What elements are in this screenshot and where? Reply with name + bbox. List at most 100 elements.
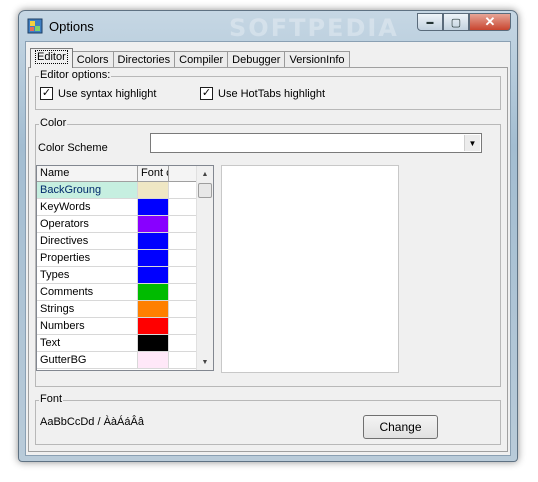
color-item-name: Operators bbox=[37, 216, 138, 232]
empty-cell bbox=[169, 284, 197, 300]
font-group-label: Font bbox=[39, 393, 64, 405]
editor-tab-page: Editor options: ✓ Use syntax highlight ✓… bbox=[28, 67, 508, 452]
empty-cell bbox=[169, 250, 197, 266]
color-item-name: Directives bbox=[37, 233, 138, 249]
minimize-button[interactable]: ▬ bbox=[417, 13, 443, 31]
window-title: Options bbox=[49, 19, 94, 34]
color-item-row[interactable]: KeyWords bbox=[37, 199, 213, 216]
tab-label: Editor bbox=[35, 50, 68, 64]
tab-label: Compiler bbox=[179, 54, 224, 66]
syntax-highlight-checkbox[interactable]: ✓ Use syntax highlight bbox=[40, 87, 156, 100]
scroll-up-button[interactable]: ▲ bbox=[197, 166, 213, 182]
color-item-name: Text bbox=[37, 335, 138, 351]
empty-cell bbox=[169, 267, 197, 283]
options-window: Options SOFTPEDIA ▬ ▢ ✕ Editor Colors Di… bbox=[18, 10, 518, 462]
empty-cell bbox=[169, 352, 197, 368]
chevron-down-icon: ▼ bbox=[468, 138, 477, 148]
empty-cell bbox=[169, 216, 197, 232]
tab-debugger[interactable]: Debugger bbox=[227, 51, 286, 68]
tab-label: Directories bbox=[117, 54, 171, 66]
color-swatch[interactable] bbox=[138, 335, 169, 351]
color-item-row[interactable]: Text bbox=[37, 335, 213, 352]
checkmark-icon: ✓ bbox=[41, 87, 52, 99]
tab-versioninfo[interactable]: VersionInfo bbox=[284, 51, 350, 68]
tab-label: VersionInfo bbox=[289, 54, 345, 66]
color-item-row[interactable]: Numbers bbox=[37, 318, 213, 335]
checkbox-box[interactable]: ✓ bbox=[40, 87, 53, 100]
empty-cell bbox=[169, 182, 197, 198]
hottabs-highlight-label: Use HotTabs highlight bbox=[218, 87, 326, 100]
color-item-row[interactable]: Strings bbox=[37, 301, 213, 318]
hottabs-highlight-checkbox[interactable]: ✓ Use HotTabs highlight bbox=[200, 87, 325, 100]
tab-compiler[interactable]: Compiler bbox=[174, 51, 229, 68]
empty-cell bbox=[169, 318, 197, 334]
color-swatch[interactable] bbox=[138, 182, 169, 198]
tab-colors[interactable]: Colors bbox=[71, 51, 114, 68]
color-item-row[interactable]: Properties bbox=[37, 250, 213, 267]
watermark: SOFTPEDIA bbox=[229, 14, 399, 42]
change-button-label: Change bbox=[379, 420, 422, 434]
grid-rows: BackGroung KeyWords Operators Directives Pro… bbox=[37, 182, 213, 369]
app-icon bbox=[27, 18, 43, 34]
color-group-label: Color bbox=[39, 117, 68, 129]
color-item-name: Properties bbox=[37, 250, 138, 266]
scroll-up-icon: ▲ bbox=[201, 170, 209, 178]
color-scheme-dropdown[interactable]: ▼ bbox=[150, 133, 482, 153]
color-item-row[interactable]: GutterBG bbox=[37, 352, 213, 369]
color-swatch[interactable] bbox=[138, 267, 169, 283]
checkbox-box[interactable]: ✓ bbox=[200, 87, 213, 100]
close-button[interactable]: ✕ bbox=[469, 13, 511, 31]
tab-label: Debugger bbox=[232, 54, 281, 66]
color-swatch[interactable] bbox=[138, 199, 169, 215]
color-item-name: Comments bbox=[37, 284, 138, 300]
grid-scrollbar[interactable]: ▲ ▼ bbox=[196, 166, 213, 370]
maximize-icon: ▢ bbox=[450, 16, 462, 29]
tab-editor[interactable]: Editor bbox=[30, 48, 73, 68]
minimize-icon: ▬ bbox=[426, 18, 434, 26]
color-swatch[interactable] bbox=[138, 352, 169, 368]
scroll-down-icon: ▼ bbox=[201, 358, 209, 366]
checkmark-icon: ✓ bbox=[201, 87, 212, 99]
color-item-row[interactable]: Directives bbox=[37, 233, 213, 250]
tab-directories[interactable]: Directories bbox=[112, 51, 176, 68]
color-item-name: KeyWords bbox=[37, 199, 138, 215]
syntax-highlight-label: Use syntax highlight bbox=[58, 87, 157, 100]
scroll-thumb[interactable] bbox=[198, 183, 212, 198]
color-scheme-label: Color Scheme bbox=[38, 142, 108, 154]
change-font-button[interactable]: Change bbox=[363, 415, 438, 439]
color-swatch[interactable] bbox=[138, 233, 169, 249]
client-area: Editor Colors Directories Compiler Debug… bbox=[25, 41, 511, 456]
empty-cell bbox=[169, 335, 197, 351]
color-swatch[interactable] bbox=[138, 216, 169, 232]
empty-cell bbox=[169, 199, 197, 215]
color-item-name: BackGroung bbox=[37, 182, 138, 198]
title-bar[interactable]: Options SOFTPEDIA ▬ ▢ ✕ bbox=[19, 11, 517, 42]
color-item-row[interactable]: BackGroung bbox=[37, 182, 213, 199]
color-item-row[interactable]: Comments bbox=[37, 284, 213, 301]
color-item-name: Types bbox=[37, 267, 138, 283]
tab-label: Colors bbox=[76, 54, 109, 66]
color-swatch[interactable] bbox=[138, 250, 169, 266]
editor-options-label: Editor options: bbox=[39, 69, 112, 81]
empty-cell bbox=[169, 233, 197, 249]
grid-header: Name Font c bbox=[37, 166, 213, 182]
scroll-down-button[interactable]: ▼ bbox=[197, 354, 213, 370]
color-swatch[interactable] bbox=[138, 318, 169, 334]
column-header-font-color[interactable]: Font c bbox=[138, 166, 169, 181]
empty-cell bbox=[169, 301, 197, 317]
editor-options-group: Editor options: ✓ Use syntax highlight ✓… bbox=[35, 69, 501, 110]
close-icon: ✕ bbox=[484, 14, 496, 29]
color-item-row[interactable]: Types bbox=[37, 267, 213, 284]
color-group: Color Color Scheme ▼ Name Font c BackGro… bbox=[35, 117, 501, 387]
caption-buttons: ▬ ▢ ✕ bbox=[417, 13, 511, 31]
color-item-row[interactable]: Operators bbox=[37, 216, 213, 233]
maximize-button[interactable]: ▢ bbox=[443, 13, 469, 31]
color-grid[interactable]: Name Font c BackGroung KeyWords Operators D… bbox=[36, 165, 214, 371]
color-swatch[interactable] bbox=[138, 284, 169, 300]
color-item-name: Numbers bbox=[37, 318, 138, 334]
column-header-blank bbox=[169, 166, 197, 181]
dropdown-button[interactable]: ▼ bbox=[464, 135, 480, 151]
color-swatch[interactable] bbox=[138, 301, 169, 317]
column-header-name[interactable]: Name bbox=[37, 166, 138, 181]
color-preview-area bbox=[221, 165, 399, 373]
